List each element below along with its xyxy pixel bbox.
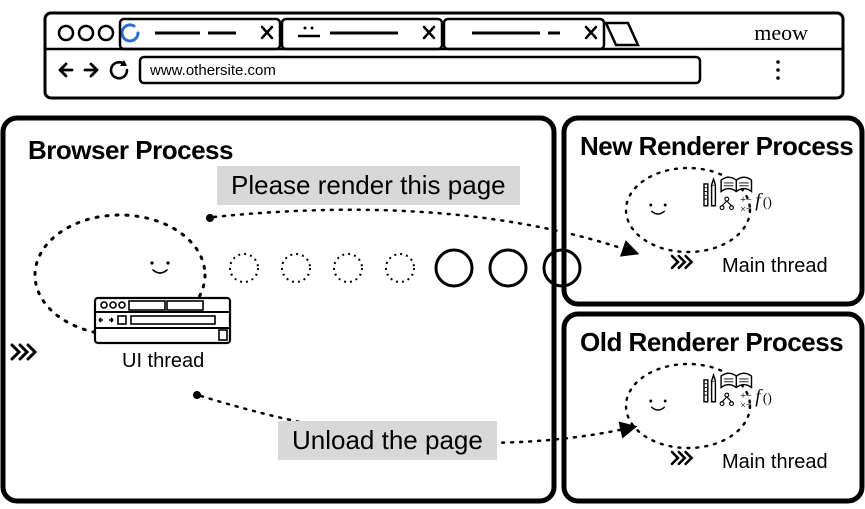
close-tab-icon [424,27,434,38]
arrow-origin-icon [193,391,201,399]
new-renderer-title: New Renderer Process [580,131,853,161]
ipc-trail [230,250,580,286]
nr-title: New Renderer Process [580,131,853,161]
window-control-icon [79,26,93,40]
or-title: Old Renderer Process [580,327,843,357]
bp-title: Browser Process [28,135,233,165]
close-tab-icon [262,27,272,38]
render-arrow [214,210,636,253]
browser-window: meow www.othersite.com [45,13,843,98]
or-thread-text: Main thread [722,451,828,473]
nr-thread-text: Main thread [722,255,828,277]
browser-tab [120,19,280,49]
ui-thread-label: UI thread [122,350,204,372]
loading-spinner-icon [122,25,138,41]
browser-tab [282,19,442,49]
browser-tab [444,19,604,49]
new-renderer-thread [626,168,772,268]
render-message: Please render this page [217,166,520,205]
window-control-icon [59,26,73,40]
old-main-thread-label: Main thread [722,451,828,473]
ui-thread-text: UI thread [122,350,204,372]
new-main-thread-label: Main thread [722,255,828,277]
arrow-origin-icon [206,214,214,222]
new-tab-icon [606,23,638,45]
ui-thread-character [12,215,230,359]
url-text: www.othersite.com [149,62,276,79]
close-tab-icon [586,27,596,38]
browser-process-title: Browser Process [28,135,233,165]
old-renderer-title: Old Renderer Process [580,327,843,357]
old-renderer-thread [626,364,772,464]
url-value: www.othersite.com [149,62,276,79]
reload-icon [111,60,127,78]
window-control-icon [99,26,113,40]
unload-message: Unload the page [278,421,497,460]
browser-brand: meow [754,20,808,45]
back-icon [60,64,72,76]
forward-icon [85,64,97,76]
menu-icon [776,60,780,80]
brand-text: meow [754,20,808,45]
